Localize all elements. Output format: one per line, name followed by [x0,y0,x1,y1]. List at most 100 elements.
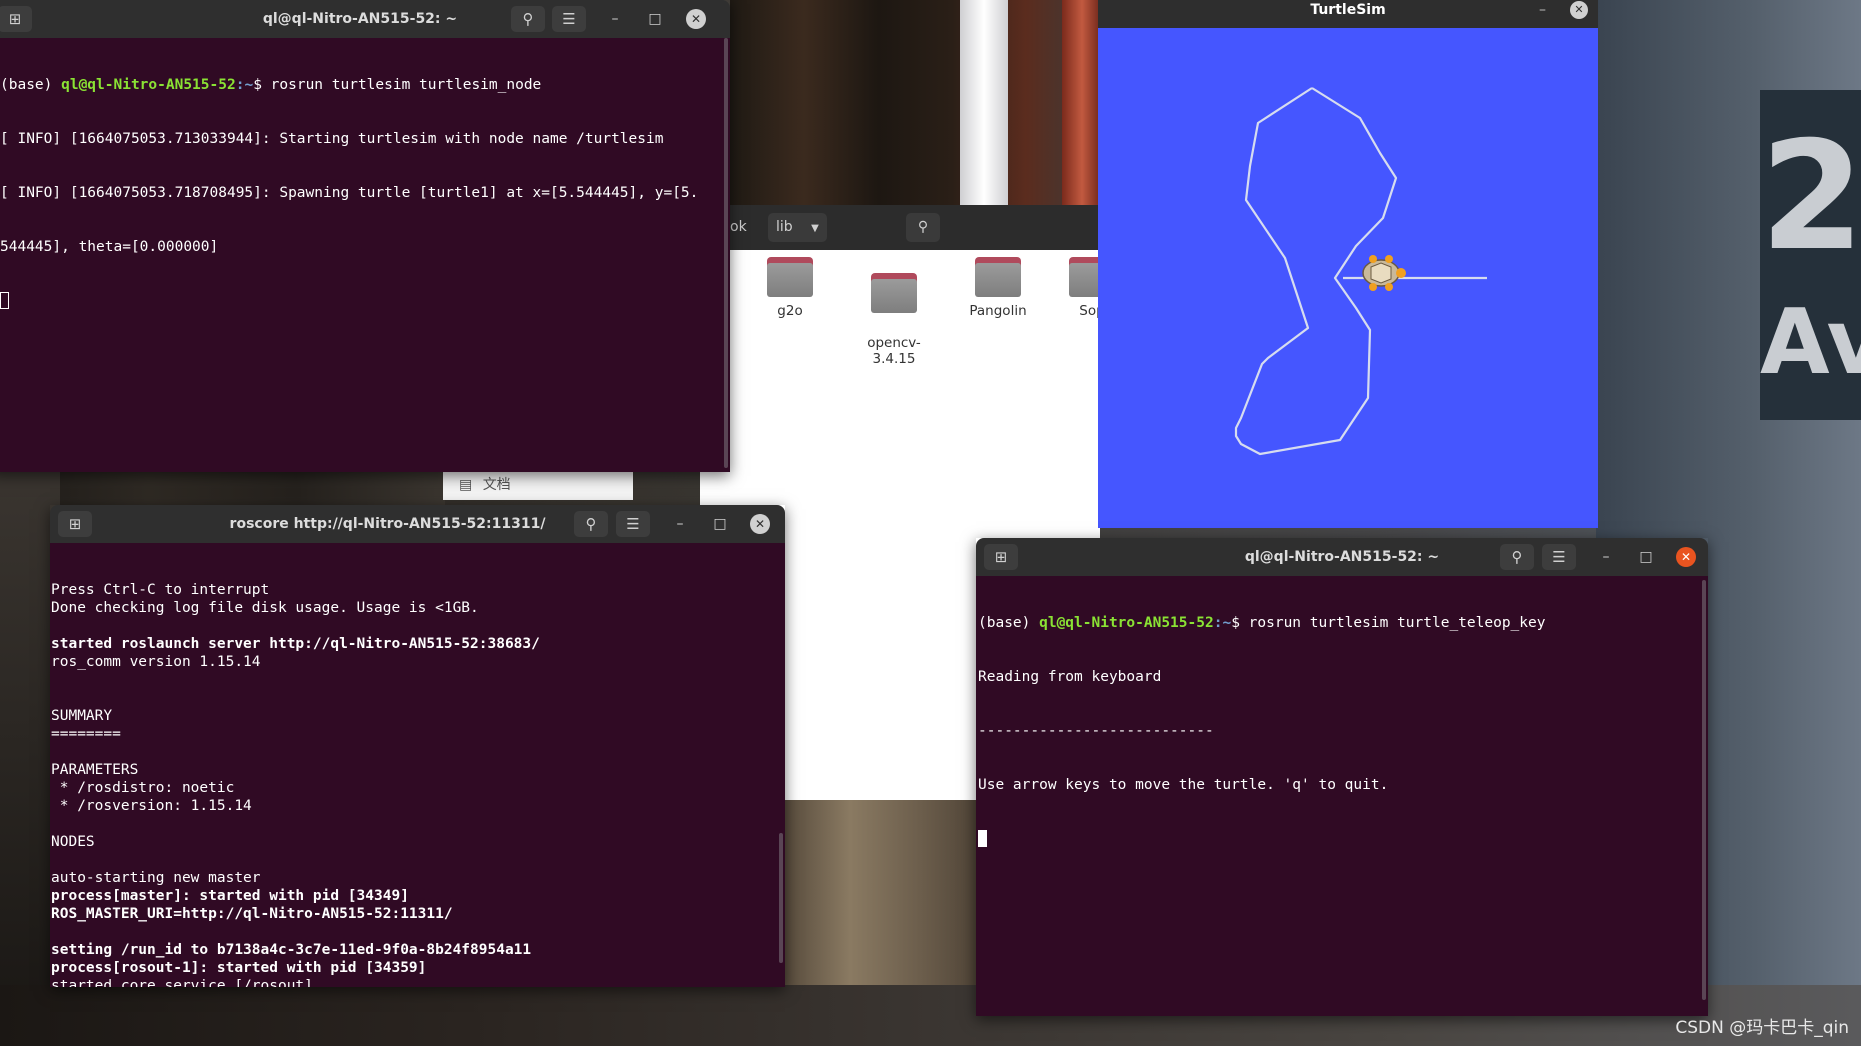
folder-label: Pangolin [969,303,1027,319]
scrollbar[interactable] [724,38,728,468]
prompt-symbol: $ [253,77,271,93]
sidebar-item-documents[interactable]: ▤ 文档 [443,470,633,500]
maximize-button[interactable]: □ [1633,544,1659,570]
output-line: [ INFO] [1664075053.713033944]: Starting… [0,131,664,147]
prompt-user: ql@ql-Nitro-AN515-52 [1039,615,1214,631]
chevron-down-icon: ▼ [811,223,819,234]
prompt-env: (base) [978,615,1040,631]
folder-item[interactable]: Pangolin [952,257,1044,319]
turtlesim-titlebar: TurtleSim – ✕ [1098,0,1598,28]
maximize-button[interactable]: □ [707,511,733,537]
folder-label: opencv- 3.4.15 [867,335,921,367]
output-line: ROS_MASTER_URI=http://ql-Nitro-AN515-52:… [51,906,453,922]
search-button[interactable]: ⚲ [511,6,545,32]
search-icon: ⚲ [585,515,597,533]
output-line: Reading from keyboard [978,669,1162,685]
output-line: NODES [51,834,95,850]
close-button[interactable]: ✕ [1570,1,1588,19]
prompt-symbol: $ [1231,615,1249,631]
wallpaper-light [960,0,1008,205]
turtlesim-canvas [1234,87,1487,456]
terminal-titlebar: ⊞ ql@ql-Nitro-AN515-52: ~ ⚲ ☰ – □ ✕ [0,0,730,38]
folder-icon [871,273,917,313]
folder-item[interactable]: g2o [744,257,836,319]
output-line: [ INFO] [1664075053.718708495]: Spawning… [0,185,699,201]
menu-button[interactable]: ☰ [552,6,586,32]
search-button[interactable]: ⚲ [906,213,940,242]
search-icon: ⚲ [1511,548,1523,566]
close-button[interactable]: ✕ [686,9,706,29]
output-line: * /rosdistro: noetic [51,780,235,796]
command-text: rosrun turtlesim turtle_teleop_key [1248,615,1546,631]
search-button[interactable]: ⚲ [1500,544,1534,570]
terminal-window-teleop: ⊞ ql@ql-Nitro-AN515-52: ~ ⚲ ☰ – □ ✕ (bas… [976,538,1708,1016]
output-line: setting /run_id to b7138a4c-3c7e-11ed-9f… [51,942,532,958]
output-line: started roslaunch server http://ql-Nitro… [51,636,540,652]
folder-item[interactable]: opencv- 3.4.15 [848,257,940,367]
sidebar-item-label: 文档 [482,477,511,493]
wallpaper-pipe [1062,0,1102,205]
terminal-window-turtlesim: ⊞ ql@ql-Nitro-AN515-52: ~ ⚲ ☰ – □ ✕ (bas… [0,0,730,472]
output-line: Done checking log file disk usage. Usage… [51,600,479,616]
minimize-button[interactable]: – [1539,0,1546,20]
turtle-icon [1362,255,1406,291]
minimize-button[interactable]: – [1593,544,1619,570]
folder-item[interactable]: Sop [1046,257,1100,319]
cursor-line [978,830,1708,848]
prompt-user: ql@ql-Nitro-AN515-52 [61,77,236,93]
prompt-path: :~ [235,77,254,93]
maximize-button[interactable]: □ [642,6,668,32]
file-manager-toolbar: ok lib ▼ ⚲ [700,205,1100,250]
output-line: auto-starting new master [51,870,261,886]
text-cursor [978,830,987,847]
folder-icon [1069,257,1100,297]
hamburger-menu-icon: ☰ [626,515,640,533]
scrollbar[interactable] [779,833,783,963]
terminal-output[interactable]: (base) ql@ql-Nitro-AN515-52:~$ rosrun tu… [976,576,1708,1016]
terminal-titlebar: ⊞ roscore http://ql-Nitro-AN515-52:11311… [50,505,785,543]
prompt-env: (base) [0,77,62,93]
wallpaper-ceiling [730,0,1100,205]
close-button[interactable]: ✕ [750,514,770,534]
scrollbar[interactable] [1702,580,1706,1000]
search-button[interactable]: ⚲ [574,511,608,537]
search-icon: ⚲ [917,219,929,235]
minimize-button[interactable]: – [602,6,628,32]
breadcrumb-current[interactable]: lib ▼ [768,213,827,242]
search-icon: ⚲ [522,10,534,28]
watermark: CSDN @玛卡巴卡_qin [1675,1018,1849,1038]
document-icon: ▤ [459,477,473,493]
terminal-window-roscore: ⊞ roscore http://ql-Nitro-AN515-52:11311… [50,505,785,987]
folder-label: Sop [1079,303,1100,319]
output-line: process[master]: started with pid [34349… [51,888,409,904]
output-line: --------------------------- [978,723,1214,739]
minimize-button[interactable]: – [667,511,693,537]
prompt-line: (base) ql@ql-Nitro-AN515-52:~$ rosrun tu… [0,76,730,94]
sign-number: 2 [1760,110,1861,284]
prompt-path: :~ [1213,615,1232,631]
breadcrumb-prev[interactable]: ok [730,213,747,242]
output-line: process[rosout-1]: started with pid [343… [51,960,427,976]
folder-icon [975,257,1021,297]
output-line: * /rosversion: 1.15.14 [51,798,252,814]
hamburger-menu-icon: ☰ [1552,548,1566,566]
hamburger-menu-icon: ☰ [562,10,576,28]
menu-button[interactable]: ☰ [1542,544,1576,570]
sign-text: Av [1760,290,1861,395]
folder-icon [767,257,813,297]
breadcrumb-current-label: lib [776,219,793,235]
output-line: ======== [51,726,121,742]
prompt-line: (base) ql@ql-Nitro-AN515-52:~$ rosrun tu… [978,614,1708,632]
terminal-output[interactable]: Press Ctrl-C to interrupt Done checking l… [50,543,785,987]
terminal-output[interactable]: (base) ql@ql-Nitro-AN515-52:~$ rosrun tu… [0,38,730,472]
terminal-titlebar: ⊞ ql@ql-Nitro-AN515-52: ~ ⚲ ☰ – □ ✕ [976,538,1708,576]
output-line: SUMMARY [51,708,113,724]
output-line: Use arrow keys to move the turtle. 'q' t… [978,777,1389,793]
menu-button[interactable]: ☰ [616,511,650,537]
close-button[interactable]: ✕ [1676,547,1696,567]
